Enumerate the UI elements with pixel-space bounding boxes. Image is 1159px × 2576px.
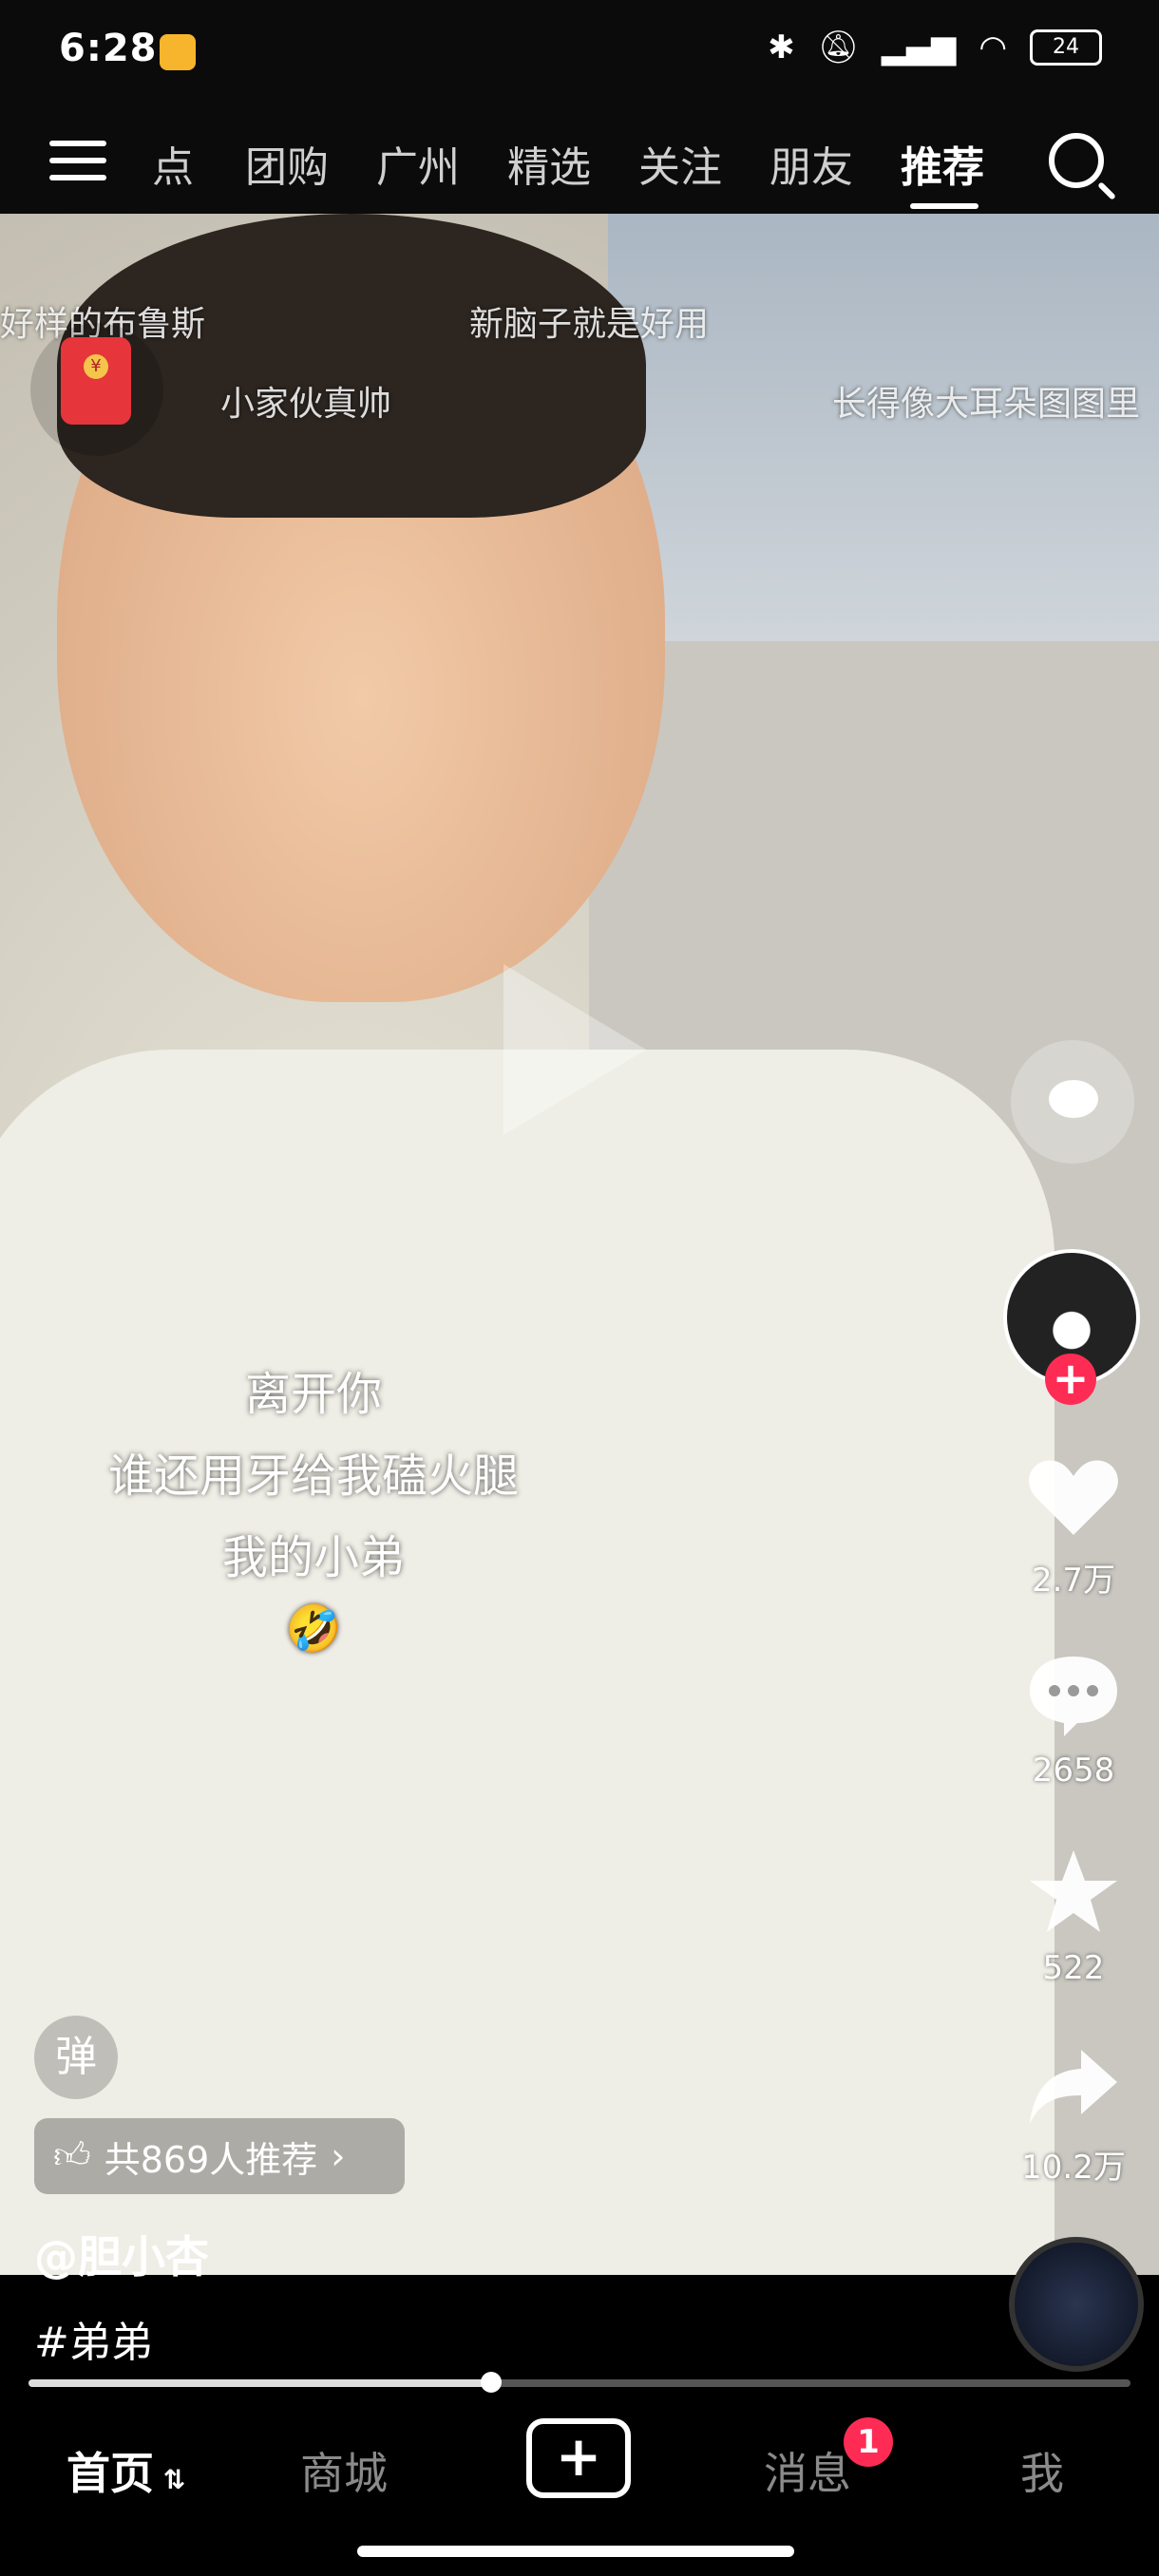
comment-icon[interactable]	[1026, 1653, 1121, 1738]
danmaku-comment: 新脑子就是好用	[469, 305, 710, 344]
comment-count: 2658	[1032, 1752, 1115, 1790]
follow-plus-button[interactable]: +	[1045, 1354, 1096, 1405]
progress-knob[interactable]	[481, 2372, 503, 2393]
wifi-icon: ◠	[978, 28, 1007, 66]
tab-featured[interactable]: 精选	[507, 133, 591, 194]
tab-group-buy[interactable]: 团购	[245, 133, 329, 194]
menu-icon[interactable]	[49, 141, 106, 182]
signal-icon: ▂▄▆	[881, 28, 957, 66]
recommend-pill[interactable]: 👍︎ 共869人推荐 ›	[34, 2118, 405, 2194]
status-time: 6:28	[59, 27, 158, 70]
child-pajamas	[0, 1050, 1054, 2275]
thumbs-up-icon: 👍︎	[53, 2134, 91, 2176]
battery-icon: 24	[1030, 29, 1102, 66]
video-player[interactable]	[0, 214, 1159, 2275]
hashtag[interactable]: #弟弟	[34, 2308, 153, 2369]
like-count: 2.7万	[1031, 1562, 1116, 1600]
nav-me[interactable]: 我	[1020, 2439, 1064, 2502]
background-window	[608, 214, 1159, 641]
status-icons: ✱ 🔕︎ ▂▄▆ ◠ 24	[768, 28, 1102, 66]
share-icon[interactable]	[1026, 2044, 1121, 2130]
author-name[interactable]: @胆小杏	[34, 2223, 209, 2285]
tab-recommend[interactable]: 推荐	[901, 133, 984, 194]
chevron-right-icon: ›	[331, 2135, 346, 2177]
home-indicator	[357, 2546, 794, 2557]
share-count: 10.2万	[1021, 2149, 1126, 2187]
star-icon[interactable]	[1026, 1848, 1121, 1934]
danmaku-toggle-button[interactable]: 弹	[34, 2016, 118, 2099]
red-packet-icon[interactable]	[61, 337, 131, 425]
tab-friends[interactable]: 朋友	[770, 133, 853, 194]
progress-fill	[28, 2379, 492, 2387]
danmaku-comment: 长得像大耳朵图图里	[832, 385, 1141, 424]
mute-bell-icon: 🔕︎	[817, 28, 859, 66]
caption-line: 谁还用牙给我磕火腿	[107, 1449, 519, 1503]
caption-emoji: 🤣	[285, 1602, 342, 1656]
favorite-count: 522	[1042, 1949, 1105, 1987]
effect-icon[interactable]	[1011, 1040, 1134, 1164]
caption-line: 我的小弟	[221, 1531, 405, 1584]
nav-home[interactable]: 首页 ⇅	[66, 2439, 185, 2502]
bluetooth-icon: ✱	[768, 28, 795, 66]
nav-mall[interactable]: 商城	[300, 2439, 388, 2502]
play-icon[interactable]	[504, 964, 646, 1135]
tab-following[interactable]: 关注	[638, 133, 722, 194]
tab-guangzhou[interactable]: 广州	[376, 133, 460, 194]
recommend-text: 共869人推荐	[104, 2138, 318, 2181]
danmaku-comment: 小家伙真帅	[220, 385, 392, 424]
heart-icon[interactable]	[1026, 1453, 1121, 1539]
create-plus-button[interactable]: +	[526, 2418, 631, 2498]
caption-line: 离开你	[244, 1368, 382, 1421]
music-disc-icon[interactable]	[1009, 2237, 1144, 2372]
search-icon[interactable]	[1049, 133, 1104, 188]
active-tab-indicator	[910, 203, 978, 209]
nav-messages[interactable]: 消息	[764, 2439, 851, 2502]
notification-app-icon	[160, 34, 196, 70]
tab-hot[interactable]: 点	[152, 133, 194, 194]
message-badge: 1	[844, 2417, 893, 2467]
